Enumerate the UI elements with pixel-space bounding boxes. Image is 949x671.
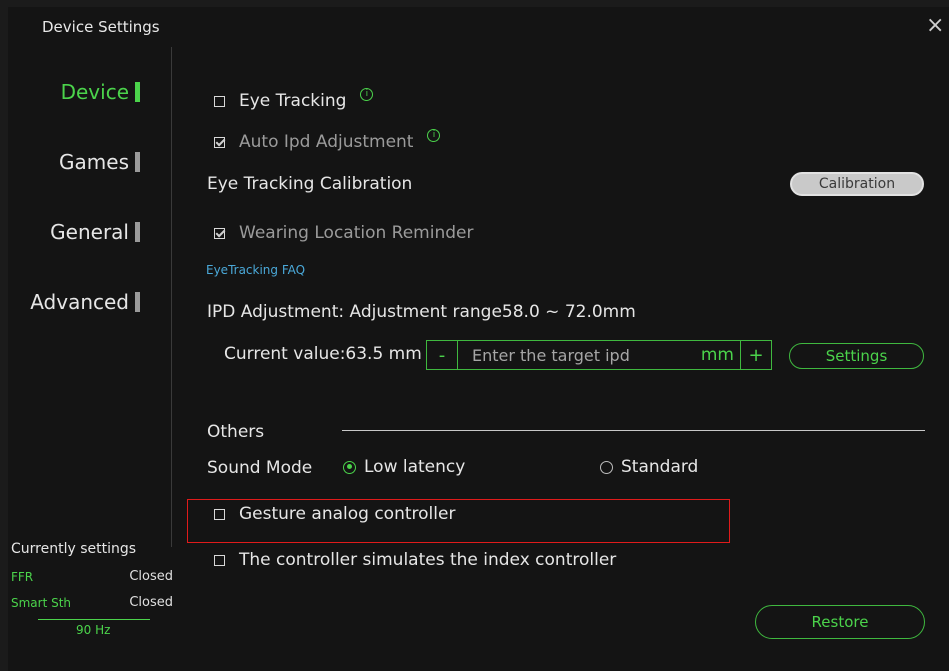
status-divider <box>38 619 150 620</box>
ipd-target-input[interactable] <box>470 344 674 366</box>
sidebar-item-general[interactable]: General <box>50 220 140 244</box>
sidebar-item-games[interactable]: Games <box>59 150 140 174</box>
index-sim-label: The controller simulates the index contr… <box>239 550 617 570</box>
status-value-ffr: Closed <box>129 569 173 584</box>
info-icon[interactable]: i <box>427 128 441 142</box>
sidebar-item-device[interactable]: Device <box>61 80 140 104</box>
sound-mode-label: Sound Mode <box>207 458 313 478</box>
ipd-input-wrapper: mm <box>458 340 740 370</box>
eye-tracking-label: Eye Tracking <box>239 91 347 111</box>
indicator-icon <box>135 222 140 242</box>
status-value-smart: Closed <box>129 595 173 610</box>
auto-ipd-label: Auto Ipd Adjustment <box>239 132 414 152</box>
sound-option-low-latency[interactable]: Low latency <box>343 457 465 477</box>
sidebar-item-label: Games <box>59 150 129 174</box>
others-heading-row: Others <box>207 422 264 442</box>
device-settings-window: Device Settings × Device Games General A… <box>8 7 949 671</box>
index-sim-row: The controller simulates the index contr… <box>214 550 616 570</box>
info-icon[interactable]: i <box>360 87 374 101</box>
ipd-unit: mm <box>700 345 734 365</box>
ipd-settings-button[interactable]: Settings <box>789 343 924 369</box>
ipd-heading: IPD Adjustment: Adjustment range58.0 ~ 7… <box>207 302 636 322</box>
sidebar-item-label: Advanced <box>30 290 129 314</box>
eye-tracking-row: Eye Tracking i <box>214 87 374 111</box>
status-title: Currently settings <box>11 541 137 557</box>
ipd-decrement-button[interactable]: - <box>426 340 458 370</box>
title-bar: Device Settings × <box>8 7 949 47</box>
low-latency-radio[interactable] <box>343 460 356 474</box>
auto-ipd-checkbox[interactable] <box>214 136 225 148</box>
wearing-reminder-row: Wearing Location Reminder <box>214 223 473 243</box>
ipd-heading-row: IPD Adjustment: Adjustment range58.0 ~ 7… <box>207 302 636 322</box>
auto-ipd-row: Auto Ipd Adjustment i <box>214 128 441 152</box>
window-title: Device Settings <box>42 18 160 36</box>
ipd-stepper: - mm + <box>426 340 772 370</box>
ipd-current-value: Current value:63.5 mm <box>224 344 422 364</box>
indicator-icon <box>135 292 140 312</box>
sidebar-item-label: General <box>50 220 129 244</box>
sound-mode-row: Sound Mode <box>207 458 312 478</box>
sidebar-item-advanced[interactable]: Advanced <box>30 290 140 314</box>
wearing-reminder-checkbox[interactable] <box>214 227 225 239</box>
low-latency-label: Low latency <box>364 457 466 477</box>
ipd-current-row: Current value:63.5 mm <box>224 344 422 364</box>
sound-option-standard[interactable]: Standard <box>600 457 698 477</box>
refresh-rate: 90 Hz <box>76 623 111 637</box>
active-indicator-icon <box>135 82 140 102</box>
indicator-icon <box>135 152 140 172</box>
close-icon[interactable]: × <box>926 13 944 39</box>
eyetracking-faq-link[interactable]: EyeTracking FAQ <box>206 263 305 277</box>
eye-tracking-checkbox[interactable] <box>214 95 225 107</box>
calibration-button[interactable]: Calibration <box>790 172 924 196</box>
ipd-increment-button[interactable]: + <box>740 340 772 370</box>
standard-label: Standard <box>621 457 699 477</box>
restore-button[interactable]: Restore <box>755 605 925 639</box>
wearing-reminder-label: Wearing Location Reminder <box>239 223 474 243</box>
sidebar-divider <box>171 47 172 547</box>
sidebar-item-label: Device <box>60 80 129 104</box>
others-heading: Others <box>207 422 265 442</box>
highlight-box <box>187 499 730 543</box>
status-label-ffr: FFR <box>11 570 34 584</box>
calibration-row: Eye Tracking Calibration <box>207 174 412 194</box>
calibration-label: Eye Tracking Calibration <box>207 174 413 194</box>
others-divider <box>342 430 925 431</box>
standard-radio[interactable] <box>600 460 613 474</box>
index-sim-checkbox[interactable] <box>214 554 225 566</box>
status-label-smart: Smart Sth <box>11 596 72 610</box>
